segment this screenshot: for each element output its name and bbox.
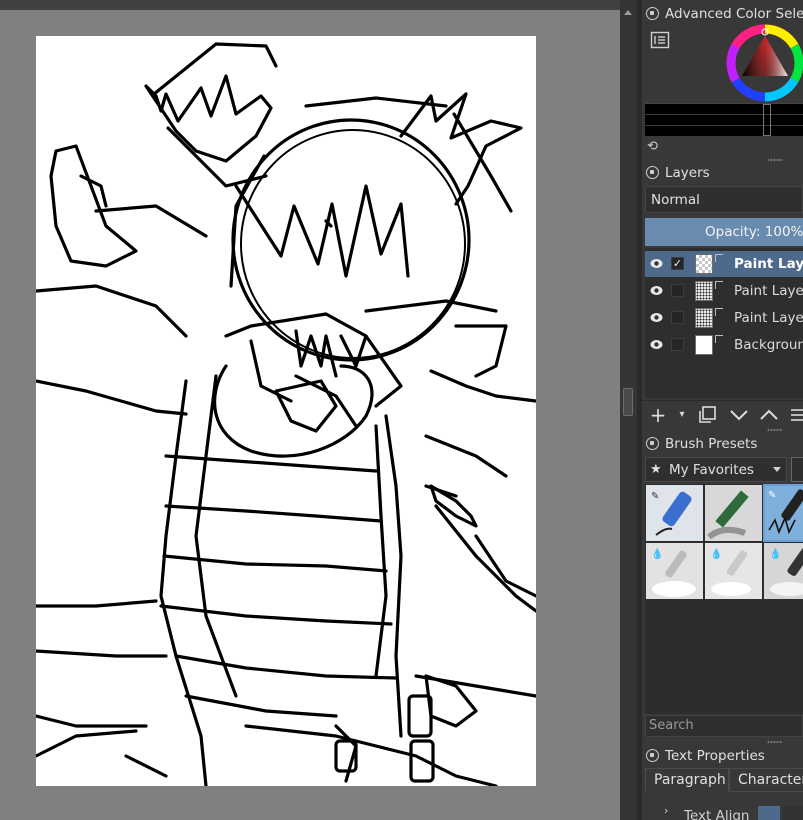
layer-properties-icon[interactable]: [788, 404, 803, 426]
chevron-down-icon: [773, 467, 781, 472]
drawing-canvas[interactable]: [36, 36, 536, 786]
layer-checkbox[interactable]: [671, 284, 684, 297]
lock-icon[interactable]: [646, 166, 659, 179]
layer-checkbox[interactable]: [671, 311, 684, 324]
eye-icon[interactable]: [650, 285, 663, 296]
color-selector-title: Advanced Color Selector: [642, 3, 803, 25]
color-value-slider[interactable]: [645, 103, 803, 136]
layers-label: Layers: [665, 165, 710, 181]
scrollbar-thumb[interactable]: [623, 388, 633, 416]
color-wheel[interactable]: [726, 24, 803, 102]
text-align-label: Text Align: [684, 808, 750, 820]
sketch-drawing: [36, 42, 536, 786]
drag-grip[interactable]: [767, 740, 783, 744]
svg-text:💧: 💧: [769, 547, 781, 560]
eye-icon[interactable]: [650, 339, 663, 350]
slider-handle[interactable]: [763, 104, 771, 136]
svg-text:✎: ✎: [768, 490, 776, 501]
settings-list-icon[interactable]: [650, 30, 670, 50]
brush-preset-pencil[interactable]: [704, 484, 763, 542]
layer-row[interactable]: Paint Layer 2: [645, 305, 803, 331]
layer-name: Paint Layer 3: [734, 283, 803, 299]
align-center-button[interactable]: [782, 806, 803, 820]
duplicate-layer-icon[interactable]: [696, 404, 718, 426]
right-docker: Advanced Color Selector: [642, 0, 803, 820]
color-selector-label: Advanced Color Selector: [665, 6, 803, 22]
chevron-right-icon[interactable]: ›: [664, 804, 668, 817]
layer-thumbnail: [695, 308, 713, 328]
layer-checkbox[interactable]: ✓: [671, 257, 684, 270]
add-layer-icon[interactable]: +: [648, 404, 668, 426]
text-properties-title: Text Properties: [642, 745, 803, 767]
layer-name: Paint Layer 4: [734, 256, 803, 272]
opacity-label: Opacity: 100%: [705, 224, 803, 240]
layer-checkbox[interactable]: [671, 338, 684, 351]
move-down-icon[interactable]: [728, 404, 750, 426]
layer-type-icon: [715, 335, 723, 343]
layer-thumbnail: [695, 335, 713, 355]
layer-row[interactable]: Paint Layer 3: [645, 278, 803, 304]
scroll-up-arrow-icon[interactable]: [624, 10, 632, 15]
svg-text:✎: ✎: [651, 491, 659, 502]
brush-preset-ink-pen[interactable]: ✎: [645, 484, 704, 542]
refresh-icon[interactable]: ⟲: [647, 140, 661, 154]
star-icon: ★: [650, 462, 662, 477]
eye-icon[interactable]: [650, 312, 663, 323]
canvas-vertical-scrollbar[interactable]: [620, 0, 637, 820]
layer-row[interactable]: ✓ Paint Layer 4: [645, 251, 803, 277]
brush-preset-airbrush-soft[interactable]: 💧: [645, 542, 704, 600]
tag-options-button[interactable]: [791, 457, 803, 482]
move-up-icon[interactable]: [758, 404, 780, 426]
brush-preset-grid[interactable]: ✎ ✎ 💧 💧 💧: [645, 484, 803, 714]
blend-mode-select[interactable]: Normal: [645, 186, 803, 213]
layer-name: Paint Layer 2: [734, 310, 803, 326]
lock-icon[interactable]: [646, 437, 659, 450]
brush-preset-sketch-pen[interactable]: ✎: [763, 484, 803, 542]
tab-paragraph[interactable]: Paragraph: [645, 768, 729, 792]
eye-icon[interactable]: [650, 258, 663, 269]
layer-list[interactable]: ✓ Paint Layer 4 Paint Layer 3 Paint Laye…: [645, 248, 803, 398]
svg-text:💧: 💧: [651, 547, 663, 560]
brush-tag-label: My Favorites: [669, 462, 754, 478]
layer-type-icon: [715, 254, 723, 262]
text-properties-label: Text Properties: [665, 748, 765, 764]
text-align-section[interactable]: › Text Align: [642, 800, 803, 820]
brush-presets-label: Brush Presets: [665, 436, 758, 452]
layer-thumbnail: [695, 254, 713, 274]
brush-search-input[interactable]: Search: [645, 715, 803, 737]
svg-text:💧: 💧: [710, 547, 722, 560]
canvas-area[interactable]: [0, 0, 620, 820]
tab-character[interactable]: Character: [729, 768, 803, 792]
canvas-top-strip: [0, 0, 620, 10]
brush-tag-select[interactable]: ★ My Favorites: [645, 457, 787, 482]
add-layer-menu-icon[interactable]: ▾: [676, 404, 688, 426]
lock-icon[interactable]: [646, 7, 659, 20]
layer-toolbar: + ▾: [642, 400, 803, 429]
brush-preset-marker[interactable]: 💧: [763, 542, 803, 600]
brush-presets-title: Brush Presets: [642, 433, 803, 455]
layer-type-icon: [715, 281, 723, 289]
drag-grip[interactable]: [767, 428, 783, 432]
layer-thumbnail: [695, 281, 713, 301]
layers-title: Layers: [642, 162, 803, 184]
opacity-slider[interactable]: Opacity: 100%: [645, 218, 803, 246]
brush-preset-airbrush-pencil[interactable]: 💧: [704, 542, 763, 600]
layer-type-icon: [715, 308, 723, 316]
lock-icon[interactable]: [646, 749, 659, 762]
layer-name: Background: [734, 337, 803, 353]
align-left-button[interactable]: [758, 806, 780, 820]
layer-row[interactable]: Background: [645, 332, 803, 358]
text-properties-tabs: Paragraph Character: [645, 768, 803, 792]
